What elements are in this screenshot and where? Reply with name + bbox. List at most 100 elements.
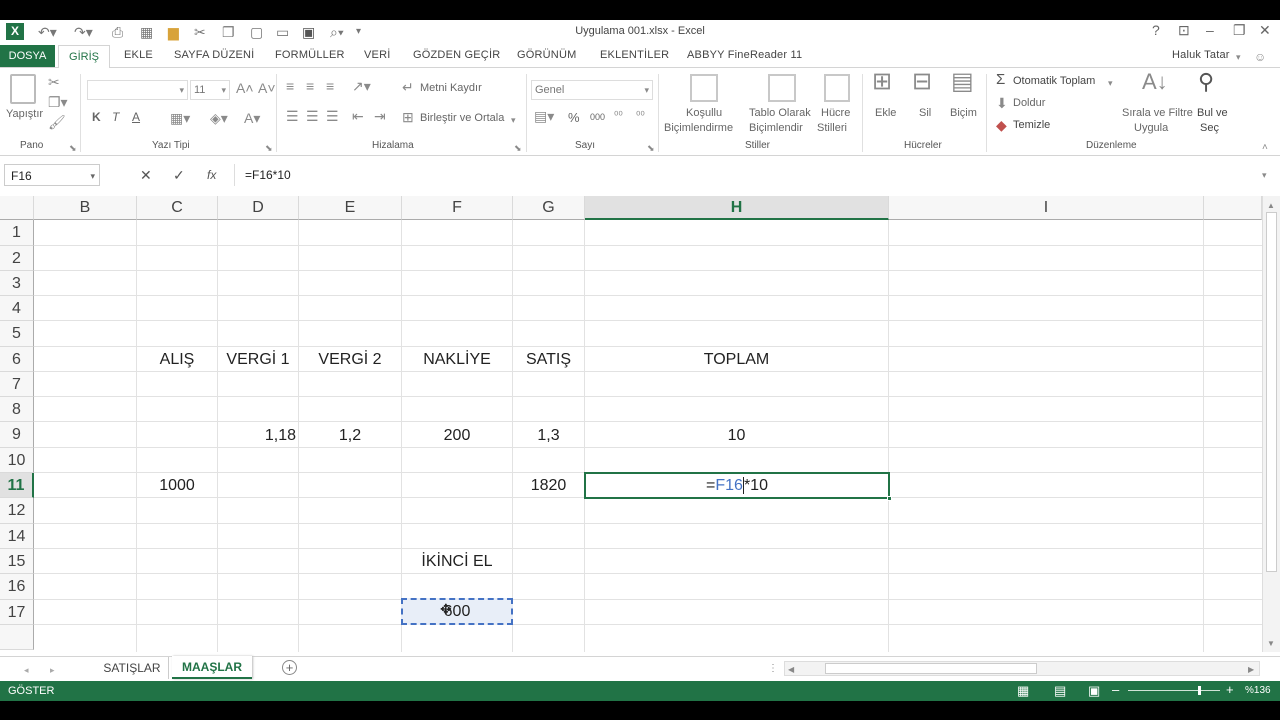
format-cells-label[interactable]: Biçim: [950, 107, 977, 119]
tab-abbyy[interactable]: ABBYY FineReader 11: [687, 49, 802, 61]
decrease-indent-icon[interactable]: ⇤: [352, 108, 364, 124]
tab-split-icon[interactable]: ⋮: [768, 661, 778, 677]
row-header-3[interactable]: 3: [0, 271, 34, 296]
delete-cells-label[interactable]: Sil: [919, 107, 931, 119]
row-header-8[interactable]: 8: [0, 397, 34, 422]
fill-handle[interactable]: [887, 496, 892, 501]
increase-indent-icon[interactable]: ⇥: [374, 108, 386, 124]
page-break-view-icon[interactable]: ▣: [1088, 683, 1100, 699]
row-header-1[interactable]: 1: [0, 220, 34, 246]
delete-cells-icon[interactable]: ⊟: [912, 70, 932, 94]
cell-g6[interactable]: SATIŞ: [513, 347, 584, 372]
find-select-label-2[interactable]: Seç: [1200, 122, 1219, 134]
cell-styles-label-2[interactable]: Stilleri: [817, 122, 847, 134]
copy-icon[interactable]: ❐▾: [48, 94, 68, 110]
zoom-slider[interactable]: [1128, 690, 1220, 691]
font-name-box[interactable]: ▾: [87, 80, 188, 100]
cell-f16-reference[interactable]: 600: [401, 598, 513, 625]
autosum-button[interactable]: Otomatik Toplam: [1013, 75, 1095, 87]
binoculars-icon[interactable]: ⚲: [1198, 71, 1214, 93]
cell-g9[interactable]: 1,3: [513, 423, 584, 448]
cancel-formula-icon[interactable]: ✕: [140, 167, 152, 183]
bold-button[interactable]: K: [92, 110, 101, 124]
paste-icon[interactable]: [10, 74, 36, 104]
row-header-17[interactable]: 17: [0, 600, 34, 625]
conditional-format-icon[interactable]: [690, 74, 718, 102]
find-select-label-1[interactable]: Bul ve: [1197, 107, 1228, 119]
align-left-icon[interactable]: ☰: [286, 108, 299, 124]
border-icon[interactable]: ▦▾: [170, 110, 190, 126]
zoom-slider-thumb[interactable]: [1198, 686, 1201, 695]
font-color-icon[interactable]: A▾: [244, 110, 260, 126]
h-scroll-thumb[interactable]: [825, 663, 1037, 674]
cell-d9[interactable]: 1,18: [218, 423, 296, 448]
close-icon[interactable]: ✕: [1259, 22, 1271, 39]
column-header-h[interactable]: H: [585, 196, 889, 220]
autosum-icon[interactable]: Σ: [996, 72, 1005, 88]
font-size-box[interactable]: 11 ▾: [190, 80, 230, 100]
row-header-18[interactable]: [0, 625, 34, 650]
cell-h6[interactable]: TOPLAM: [585, 347, 888, 372]
smiley-icon[interactable]: ☺: [1254, 49, 1266, 65]
merge-center-button[interactable]: Birleştir ve Ortala: [420, 112, 504, 124]
column-header-j[interactable]: [1204, 196, 1262, 220]
cell-c11[interactable]: 1000: [137, 473, 217, 498]
cell-e6[interactable]: VERGİ 2: [299, 347, 401, 372]
cell-h9[interactable]: 10: [585, 423, 888, 448]
column-header-g[interactable]: G: [513, 196, 585, 220]
horizontal-scrollbar[interactable]: ◀ ▶: [784, 661, 1260, 676]
row-header-15[interactable]: 15: [0, 549, 34, 574]
row-header-2[interactable]: 2: [0, 246, 34, 271]
fill-color-icon[interactable]: ◈▾: [210, 110, 228, 126]
grow-font-icon[interactable]: A˄: [236, 80, 254, 96]
align-top-icon[interactable]: ≡: [286, 78, 294, 94]
cell-f6[interactable]: NAKLİYE: [402, 347, 512, 372]
scroll-right-icon[interactable]: ▶: [1248, 662, 1254, 678]
orientation-icon[interactable]: ↗▾: [352, 78, 371, 94]
user-name[interactable]: Haluk Tatar: [1172, 49, 1230, 61]
column-header-c[interactable]: C: [137, 196, 218, 220]
fill-icon[interactable]: ⬇: [996, 95, 1008, 111]
align-center-icon[interactable]: ☰: [306, 108, 319, 124]
tab-page-layout[interactable]: SAYFA DÜZENİ: [174, 49, 254, 61]
align-right-icon[interactable]: ☰: [326, 108, 339, 124]
row-header-9[interactable]: 9: [0, 422, 34, 448]
cell-c6[interactable]: ALIŞ: [137, 347, 217, 372]
sheet-tab-maaslar[interactable]: MAAŞLAR: [172, 656, 252, 679]
merge-icon[interactable]: ⊞: [402, 109, 414, 125]
name-box[interactable]: F16 ▾: [4, 164, 100, 186]
column-header-i[interactable]: I: [889, 196, 1204, 220]
column-header-e[interactable]: E: [299, 196, 402, 220]
currency-icon[interactable]: ▤▾: [534, 108, 554, 124]
paste-label[interactable]: Yapıştır: [6, 108, 43, 120]
underline-button[interactable]: A: [132, 110, 140, 124]
alignment-launcher-icon[interactable]: ⬊: [514, 140, 522, 156]
active-cell-h11[interactable]: =F16*10: [584, 472, 892, 501]
increase-decimal-icon[interactable]: ⁰⁰: [614, 108, 623, 124]
ribbon-display-icon[interactable]: ⊡: [1178, 22, 1190, 39]
row-header-4[interactable]: 4: [0, 296, 34, 321]
sheet-tab-satislar[interactable]: SATIŞLAR: [96, 657, 169, 679]
tab-file[interactable]: DOSYA: [0, 45, 55, 67]
wrap-text-icon[interactable]: ↵: [402, 79, 414, 95]
thousands-button[interactable]: 000: [590, 112, 605, 122]
clear-button[interactable]: Temizle: [1013, 119, 1050, 131]
worksheet-grid[interactable]: B C D E F G H I 1 2 3 4 5 6 7 8 9 10 11 …: [0, 196, 1262, 652]
format-table-icon[interactable]: [768, 74, 796, 102]
conditional-format-label-1[interactable]: Koşullu: [686, 107, 722, 119]
conditional-format-label-2[interactable]: Biçimlendirme: [664, 122, 733, 134]
sort-filter-label-1[interactable]: Sırala ve Filtre: [1122, 107, 1193, 119]
zoom-in-icon[interactable]: +: [1226, 682, 1234, 697]
align-bottom-icon[interactable]: ≡: [326, 78, 334, 94]
scroll-thumb[interactable]: [1266, 212, 1277, 572]
cell-e9[interactable]: 1,2: [299, 423, 401, 448]
row-header-16[interactable]: 16: [0, 574, 34, 600]
fill-button[interactable]: Doldur: [1013, 97, 1045, 109]
zoom-level[interactable]: %136: [1245, 685, 1271, 696]
row-header-14[interactable]: 14: [0, 524, 34, 549]
cell-g11[interactable]: 1820: [513, 473, 584, 498]
tab-addins[interactable]: EKLENTİLER: [600, 49, 669, 61]
new-sheet-icon[interactable]: +: [282, 660, 297, 675]
restore-icon[interactable]: ❐: [1233, 22, 1246, 39]
column-header-d[interactable]: D: [218, 196, 299, 220]
